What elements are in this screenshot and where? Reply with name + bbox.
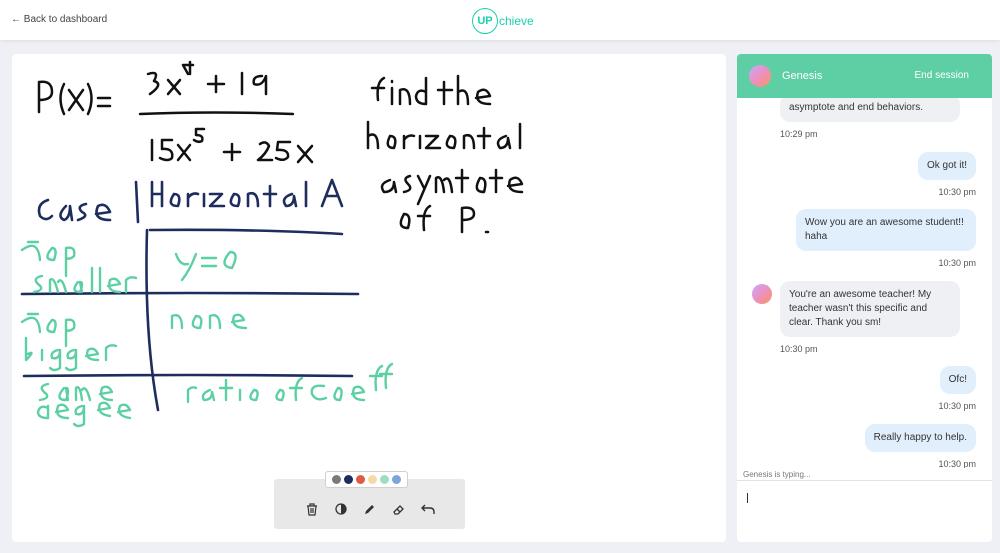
- message-timestamp: 10:30 pm: [938, 459, 976, 468]
- message-bubble: Wow you are an awesome student!! haha: [796, 209, 976, 251]
- message-bubble: Ok got it!: [917, 152, 976, 180]
- message-timestamp: 10:30 pm: [938, 187, 976, 197]
- logo-badge: UP: [472, 8, 498, 34]
- color-swatch-navy[interactable]: [344, 475, 353, 484]
- text-cursor: [747, 493, 748, 503]
- message-list[interactable]: asymptote and end behaviors. 10:29 pm Ok…: [737, 98, 992, 468]
- message-timestamp: 10:30 pm: [780, 344, 818, 354]
- chat-header: Genesis End session: [737, 54, 992, 98]
- tool-buttons: [274, 497, 465, 521]
- upchieve-logo: UP chieve: [472, 8, 534, 34]
- message-bubble: Really happy to help.: [864, 424, 976, 452]
- partner-avatar: [752, 284, 772, 304]
- back-to-dashboard-link[interactable]: ← Back to dashboard: [11, 14, 107, 25]
- color-palette: [325, 471, 408, 488]
- message-bubble: asymptote and end behaviors.: [780, 98, 960, 122]
- partner-avatar: [749, 65, 771, 87]
- whiteboard-canvas[interactable]: [12, 54, 726, 542]
- back-label: ← Back to dashboard: [11, 14, 108, 25]
- trash-icon[interactable]: [305, 502, 319, 516]
- color-swatch-blue[interactable]: [392, 475, 401, 484]
- message-bubble: Ofc!: [939, 366, 976, 394]
- logo-text: chieve: [499, 14, 534, 28]
- message-input[interactable]: [737, 480, 992, 542]
- message-timestamp: 10:29 pm: [780, 129, 818, 139]
- end-session-button[interactable]: End session: [915, 70, 969, 81]
- partner-name: Genesis: [782, 70, 823, 82]
- handwriting-drawing: [20, 60, 524, 428]
- message-timestamp: 10:30 pm: [938, 258, 976, 268]
- color-swatch-peach[interactable]: [368, 475, 377, 484]
- stroke: [37, 80, 54, 114]
- chat-panel: Genesis End session asymptote and end be…: [737, 54, 992, 542]
- drawing-toolbar: [274, 471, 465, 529]
- color-swatch-teal[interactable]: [380, 475, 389, 484]
- eraser-icon[interactable]: [392, 502, 406, 516]
- top-bar: ← Back to dashboard UP chieve: [0, 0, 1000, 40]
- message-bubble: You're an awesome teacher! My teacher wa…: [780, 281, 960, 337]
- message-timestamp: 10:30 pm: [938, 401, 976, 411]
- contrast-icon[interactable]: [334, 502, 348, 516]
- pencil-icon[interactable]: [363, 502, 377, 516]
- color-swatch-gray[interactable]: [332, 475, 341, 484]
- typing-indicator: Genesis is typing...: [743, 470, 811, 479]
- undo-icon[interactable]: [420, 502, 435, 516]
- color-swatch-red[interactable]: [356, 475, 365, 484]
